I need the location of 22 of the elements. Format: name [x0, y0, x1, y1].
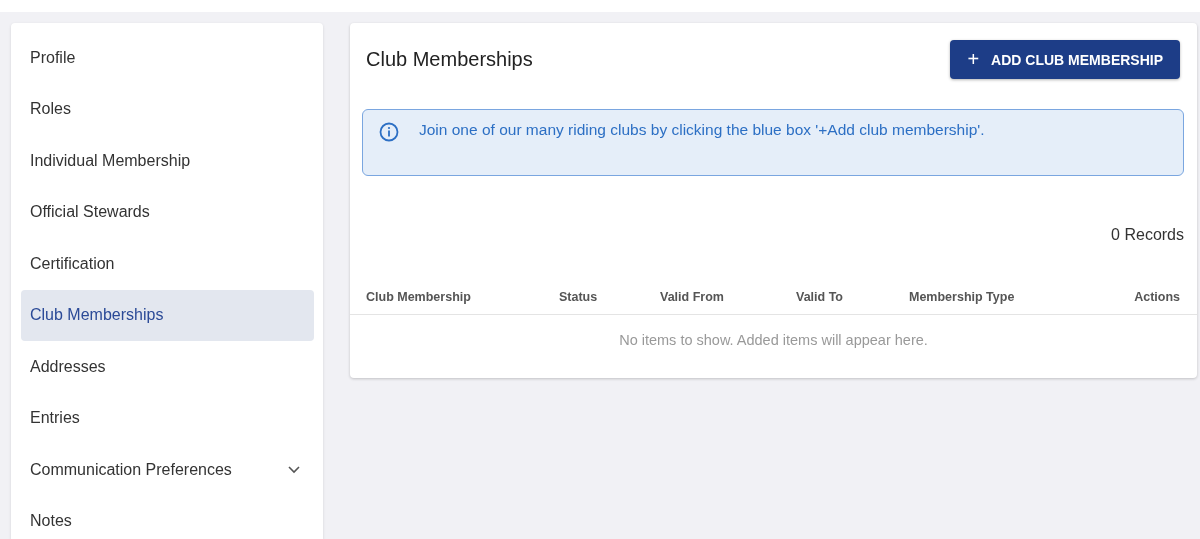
column-header: Club Membership: [366, 290, 472, 304]
sidebar-item[interactable]: Communication Preferences: [21, 444, 314, 496]
sidebar-item[interactable]: Profile: [21, 32, 314, 84]
sidebar-item[interactable]: Official Stewards: [21, 186, 314, 238]
sidebar-item[interactable]: Roles: [21, 83, 314, 135]
info-message: Join one of our many riding clubs by clicking the blue box '+Add club membership'.: [419, 121, 985, 139]
info-icon: [379, 122, 399, 142]
sidebar-item[interactable]: Addresses: [21, 341, 314, 393]
sidebar-item[interactable]: Entries: [21, 392, 314, 444]
column-header: Valid To: [796, 290, 844, 304]
column-header: Status: [559, 290, 599, 304]
add-club-membership-button[interactable]: + ADD CLUB MEMBERSHIP: [950, 40, 1180, 79]
sidebar-item[interactable]: Certification: [21, 238, 314, 290]
sidebar-item[interactable]: Individual Membership: [21, 135, 314, 187]
column-header: Membership Type: [909, 290, 1016, 304]
column-header: Actions: [1134, 290, 1180, 304]
empty-message: No items to show. Added items will appear here.: [619, 332, 928, 348]
sidebar-item[interactable]: Notes: [21, 495, 314, 539]
column-header: Valid From: [660, 290, 725, 304]
records-count: 0 Records: [1111, 226, 1184, 244]
sidebar-item[interactable]: Club Memberships: [21, 289, 314, 341]
page-title: Club Memberships: [366, 48, 533, 71]
